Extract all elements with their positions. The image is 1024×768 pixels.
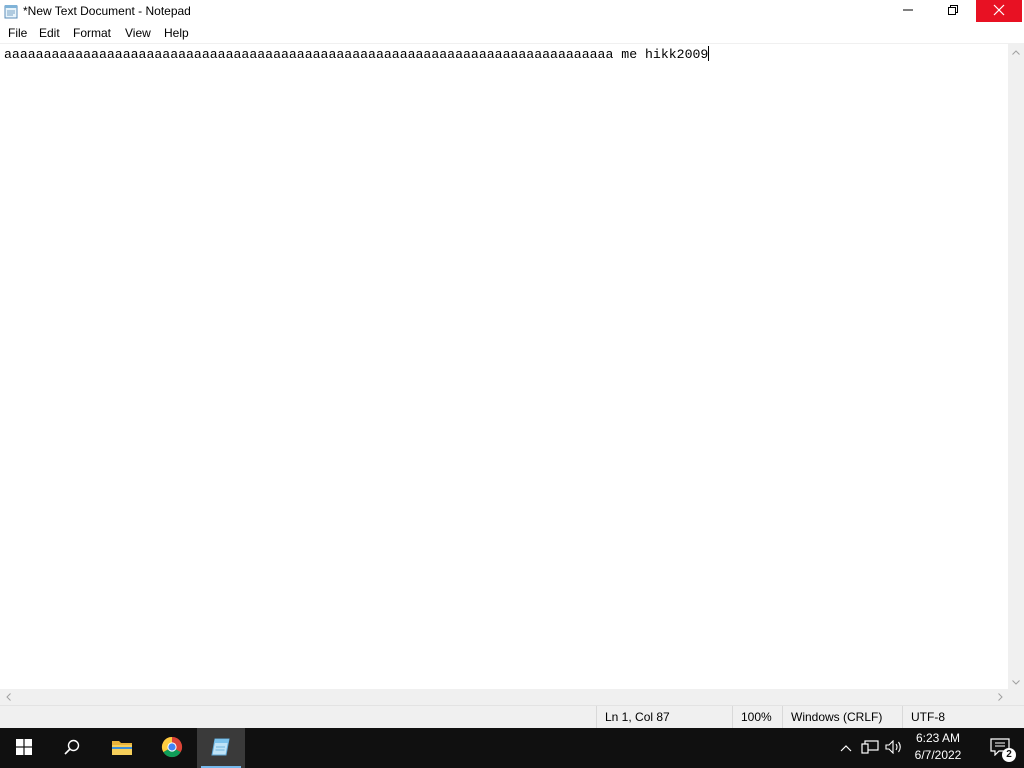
menu-help[interactable]: Help xyxy=(164,26,189,40)
taskbar-clock[interactable]: 6:23 AM 6/7/2022 xyxy=(906,730,970,766)
minimize-button[interactable] xyxy=(885,0,931,22)
status-zoom: 100% xyxy=(732,706,782,729)
scroll-down-button[interactable] xyxy=(1008,673,1024,689)
network-icon xyxy=(861,739,879,757)
status-bar: Ln 1, Col 87 100% Windows (CRLF) UTF-8 xyxy=(0,705,1024,729)
scroll-left-button[interactable] xyxy=(0,689,16,705)
editor-content-line[interactable]: aaaaaaaaaaaaaaaaaaaaaaaaaaaaaaaaaaaaaaaa… xyxy=(4,46,710,63)
restore-button[interactable] xyxy=(930,0,976,22)
notepad-icon xyxy=(210,737,232,760)
chrome-icon xyxy=(161,736,183,761)
restore-icon xyxy=(948,4,958,18)
start-button[interactable] xyxy=(0,728,48,768)
menu-format[interactable]: Format xyxy=(73,26,111,40)
menu-bar: File Edit Format View Help xyxy=(0,22,1024,43)
notepad-taskbar-button[interactable] xyxy=(197,728,245,768)
file-explorer-button[interactable] xyxy=(98,728,146,768)
chevron-right-icon xyxy=(997,690,1003,704)
status-line-ending: Windows (CRLF) xyxy=(782,706,902,729)
menu-view[interactable]: View xyxy=(125,26,151,40)
clock-time: 6:23 AM xyxy=(915,731,961,745)
minimize-icon xyxy=(903,4,913,18)
chevron-left-icon xyxy=(5,690,11,704)
title-bar[interactable]: *New Text Document - Notepad xyxy=(0,0,1024,22)
chrome-button[interactable] xyxy=(148,728,196,768)
notification-count-badge: 2 xyxy=(1002,748,1016,762)
scroll-right-button[interactable] xyxy=(992,689,1008,705)
editor-text: aaaaaaaaaaaaaaaaaaaaaaaaaaaaaaaaaaaaaaaa… xyxy=(4,47,709,62)
chevron-up-icon xyxy=(840,741,852,755)
volume-icon xyxy=(885,739,903,757)
volume-button[interactable] xyxy=(884,738,904,758)
text-caret xyxy=(708,46,710,61)
vertical-scrollbar[interactable] xyxy=(1008,43,1024,689)
close-button[interactable] xyxy=(976,0,1022,22)
notepad-icon xyxy=(4,4,18,19)
windows-start-icon xyxy=(16,738,32,758)
horizontal-scrollbar[interactable] xyxy=(0,689,1008,705)
menu-edit[interactable]: Edit xyxy=(39,26,60,40)
clock-date: 6/7/2022 xyxy=(914,748,962,762)
menu-file[interactable]: File xyxy=(8,26,27,40)
show-hidden-icons-button[interactable] xyxy=(836,738,856,758)
search-icon xyxy=(64,739,80,758)
window-title: *New Text Document - Notepad xyxy=(23,4,191,18)
status-encoding: UTF-8 xyxy=(902,706,1024,729)
chevron-up-icon xyxy=(1012,44,1020,58)
search-button[interactable] xyxy=(48,728,96,768)
status-cursor-position: Ln 1, Col 87 xyxy=(596,706,732,729)
scroll-up-button[interactable] xyxy=(1008,43,1024,59)
chevron-down-icon xyxy=(1012,674,1020,688)
taskbar: 6:23 AM 6/7/2022 2 xyxy=(0,728,1024,768)
network-button[interactable] xyxy=(860,738,880,758)
file-explorer-icon xyxy=(111,738,133,759)
scroll-corner xyxy=(1008,689,1024,705)
close-icon xyxy=(993,4,1005,19)
text-editor[interactable]: aaaaaaaaaaaaaaaaaaaaaaaaaaaaaaaaaaaaaaaa… xyxy=(0,43,1008,689)
action-center-button[interactable]: 2 xyxy=(980,728,1020,768)
